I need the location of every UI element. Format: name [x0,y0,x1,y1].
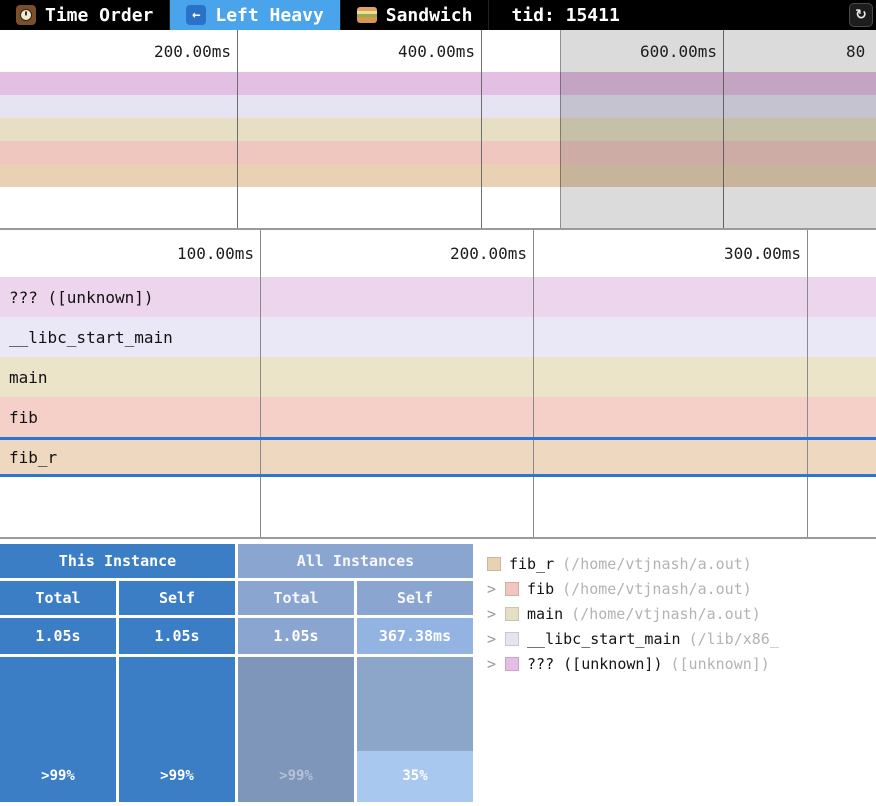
frame-label: main [9,368,48,387]
toolbar: Time Order ← Left Heavy Sandwich tid: 15… [0,0,876,30]
profiler-app: Time Order ← Left Heavy Sandwich tid: 15… [0,0,876,806]
stack-row-fib[interactable]: > fib (/home/vtjnash/a.out) [487,576,876,601]
stack-row-fib-r[interactable]: fib_r (/home/vtjnash/a.out) [487,551,876,576]
frame-label: fib [9,408,38,427]
tab-left-heavy[interactable]: ← Left Heavy [170,0,340,30]
stats-bar-all-total: >99% [238,657,354,802]
stats-value-all-self: 367.38ms [357,618,473,654]
stats-value-all-total: 1.05s [238,618,354,654]
frame-name: main [527,605,563,623]
stats-col-header: Total [238,581,354,615]
frame-row-libc-start-main[interactable]: __libc_start_main [0,317,876,357]
thread-id-label: tid: 15411 [511,0,619,30]
flame-chart[interactable]: 100.00ms 200.00ms 300.00ms ??? ([unknown… [0,230,876,539]
stats-bar-this-self: >99% [119,657,235,802]
frame-name: ??? ([unknown]) [527,655,662,673]
sandwich-icon [357,7,377,23]
gridline [237,30,238,228]
stats-col-header: Total [0,581,116,615]
stats-col-header: Self [119,581,235,615]
frame-path: (/home/vtjnash/a.out) [562,555,752,573]
frame-label: __libc_start_main [9,328,173,347]
frame-row-unknown[interactable]: ??? ([unknown]) [0,277,876,317]
frame-name: fib_r [509,555,554,573]
frame-color-swatch [505,607,519,621]
frame-color-swatch [505,582,519,596]
stack-row-unknown[interactable]: > ??? ([unknown]) ([unknown]) [487,651,876,676]
gridline [533,230,534,537]
stack-row-libc-start-main[interactable]: > __libc_start_main (/lib/x86_ [487,626,876,651]
caller-chevron: > [487,580,496,598]
gridline [260,230,261,537]
frame-color-swatch [505,657,519,671]
stack-row-main[interactable]: > main (/home/vtjnash/a.out) [487,601,876,626]
minimap[interactable]: 200.00ms 400.00ms 600.00ms 80 [0,30,876,230]
caller-chevron: > [487,655,496,673]
frame-color-swatch [505,632,519,646]
frame-name: __libc_start_main [527,630,681,648]
frame-name: fib [527,580,554,598]
frame-label: ??? ([unknown]) [9,288,154,307]
frame-path: (/lib/x86_ [689,630,779,648]
stats-col-header: Self [357,581,473,615]
stats-group-this-instance: This Instance [0,544,235,578]
bar-percent-label: 35% [357,768,473,784]
frame-path: (/home/vtjnash/a.out) [562,580,752,598]
caller-chevron: > [487,630,496,648]
left-arrow-icon: ← [186,5,206,25]
tab-sandwich[interactable]: Sandwich [341,0,490,30]
frame-row-fib-r-selected[interactable]: fib_r [0,437,876,477]
clock-face [20,9,32,21]
frame-path: (/home/vtjnash/a.out) [571,605,761,623]
frame-label: fib_r [9,448,57,467]
call-stack-list: fib_r (/home/vtjnash/a.out) > fib (/home… [475,539,876,802]
stats-group-all-instances: All Instances [238,544,473,578]
stats-bar-all-self: 35% [357,657,473,802]
tab-left-heavy-label: Left Heavy [215,5,323,26]
stats-bar-this-total: >99% [0,657,116,802]
caller-chevron: > [487,605,496,623]
toolbar-action-icon[interactable]: ↻ [849,3,873,27]
frame-rows: ??? ([unknown]) __libc_start_main main f… [0,277,876,477]
time-axis-label: 300.00ms [0,244,801,263]
frame-path: ([unknown]) [671,655,770,673]
stats-value-this-total: 1.05s [0,618,116,654]
stats-table: This Instance All Instances Total Self T… [0,539,475,802]
bar-percent-label: >99% [119,768,235,784]
minimap-viewport-overlay[interactable] [560,30,876,228]
bar-percent-label: >99% [0,768,116,784]
tab-time-order[interactable]: Time Order [0,0,170,30]
tab-sandwich-label: Sandwich [386,5,473,26]
gridline [481,30,482,228]
bar-percent-label: >99% [238,768,354,784]
tab-time-order-label: Time Order [45,5,153,26]
frame-row-fib[interactable]: fib [0,397,876,437]
frame-color-swatch [487,557,501,571]
stats-value-this-self: 1.05s [119,618,235,654]
frame-row-main[interactable]: main [0,357,876,397]
clock-icon [16,5,36,25]
gridline [807,230,808,537]
detail-panel: This Instance All Instances Total Self T… [0,539,876,802]
